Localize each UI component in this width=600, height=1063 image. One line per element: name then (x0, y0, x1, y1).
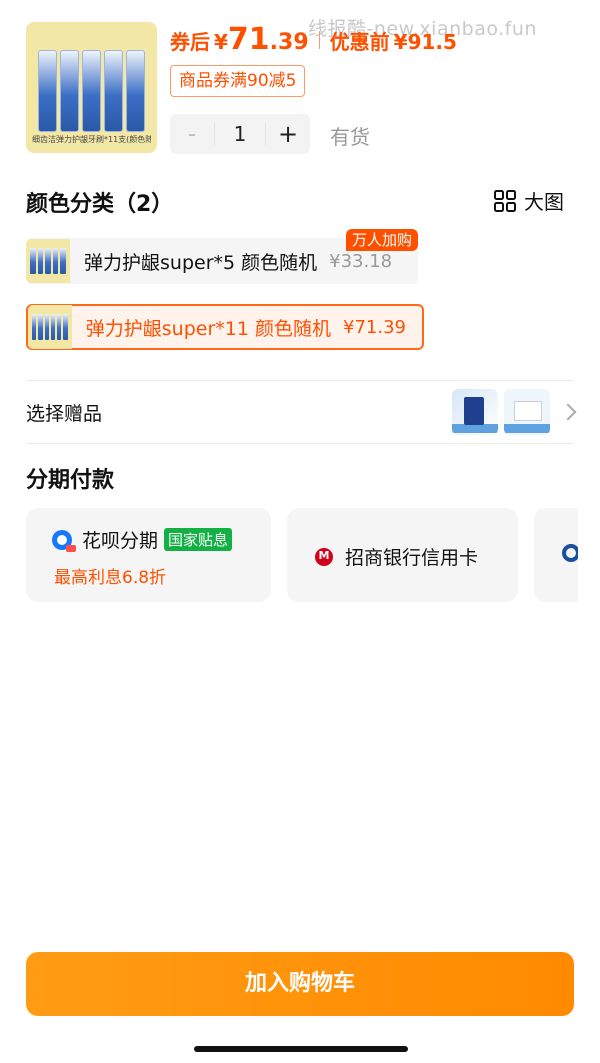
variant-price: ¥33.18 (329, 250, 393, 272)
quantity-decrease-button[interactable]: - (170, 122, 214, 147)
price-row: 券后 ¥ 71 .39 优惠前 ¥91.5 (170, 22, 457, 57)
big-view-toggle[interactable]: 大图 (494, 186, 564, 215)
quantity-input[interactable]: 1 (214, 123, 266, 145)
variant-option-selected[interactable]: 弹力护龈super*11 颜色随机 ¥71.39 (26, 304, 424, 350)
price-separator (318, 30, 320, 49)
huabei-icon (52, 529, 76, 552)
cmb-bank-icon (315, 547, 333, 566)
coupon-badge[interactable]: 商品券满90减5 (170, 65, 306, 97)
gift-label: 选择赠品 (26, 402, 103, 425)
home-indicator (194, 1046, 408, 1052)
installment-option-name: 招商银行信用卡 (345, 547, 479, 569)
popular-badge: 万人加购 (346, 229, 419, 251)
gift-thumbnail (504, 389, 550, 435)
subsidy-tag: 国家贴息 (164, 528, 233, 551)
variant-thumbnail (28, 305, 72, 349)
divider (26, 380, 574, 381)
gift-thumbnail (452, 389, 498, 435)
product-thumbnail[interactable]: 细齿洁弹力护龈牙刷*11支(颜色随机) (26, 22, 157, 153)
variant-thumbnail (26, 239, 70, 283)
original-price: ¥91.5 (393, 30, 457, 54)
thumbnail-caption: 细齿洁弹力护龈牙刷*11支(颜色随机) (32, 135, 151, 144)
quantity-increase-button[interactable]: + (266, 120, 310, 148)
installment-title: 分期付款 (26, 468, 115, 493)
installment-option-cmb[interactable]: 招商银行信用卡 (287, 508, 518, 602)
installment-option-bank[interactable] (534, 508, 578, 602)
grid-icon (494, 189, 516, 212)
variant-price: ¥71.39 (343, 316, 406, 338)
stock-status: 有货 (330, 125, 370, 149)
color-section-title: 颜色分类（2） (26, 192, 174, 217)
toothbrush-pack-image (38, 50, 145, 132)
add-to-cart-button[interactable]: 加入购物车 (26, 952, 574, 1016)
variant-name: 弹力护龈super*11 颜色随机 (85, 317, 332, 340)
installment-option-note: 最高利息6.8折 (54, 568, 167, 588)
currency-symbol: ¥ (214, 30, 228, 54)
variant-name: 弹力护龈super*5 颜色随机 (84, 251, 318, 274)
installment-option-huabei[interactable]: 花呗分期 国家贴息 最高利息6.8折 (26, 508, 271, 602)
price-integer: 71 (227, 22, 270, 57)
chevron-right-icon (559, 403, 577, 421)
big-view-label: 大图 (524, 190, 564, 214)
quantity-stepper: - 1 + (170, 114, 310, 154)
price-decimal: .39 (269, 30, 309, 55)
price-label: 券后 (170, 30, 210, 54)
divider (26, 443, 574, 444)
bank-icon (562, 544, 578, 562)
installment-options: 花呗分期 国家贴息 最高利息6.8折 招商银行信用卡 (26, 508, 578, 602)
installment-option-name: 花呗分期 (82, 530, 159, 552)
original-price-label: 优惠前 (329, 30, 390, 54)
gift-selector[interactable]: 选择赠品 (26, 384, 577, 440)
